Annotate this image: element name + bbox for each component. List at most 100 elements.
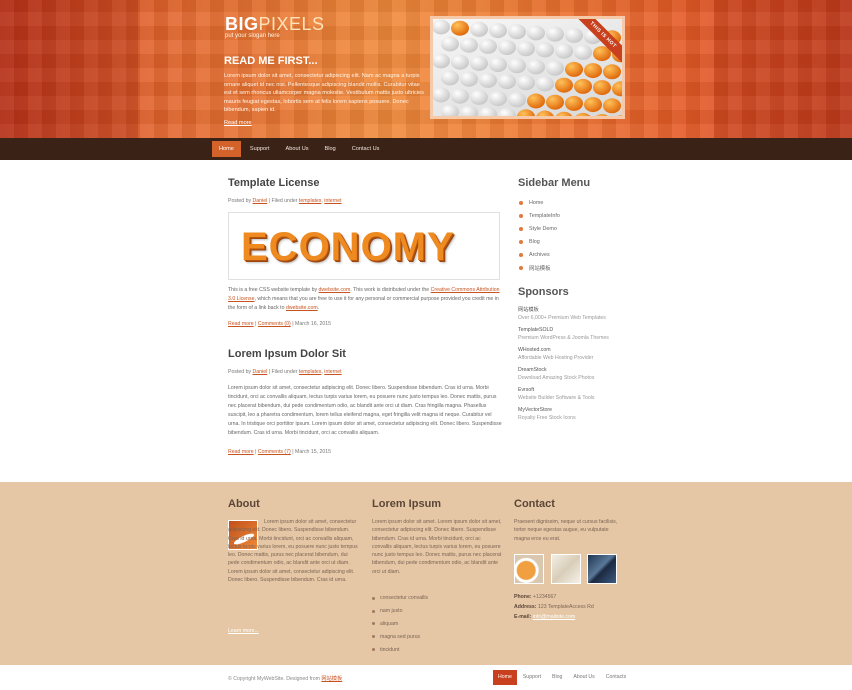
white-ball <box>479 72 497 88</box>
sponsor-item[interactable]: WHosted.com Affordable Web Hosting Provid… <box>518 347 609 361</box>
list-item[interactable]: aliquam <box>372 618 428 631</box>
list-item[interactable]: magna sed purus <box>372 630 428 643</box>
white-ball <box>460 37 478 53</box>
copyright-text: © Copyright MyWebSite. Designed from <box>228 676 320 682</box>
bottom-nav-home[interactable]: Home <box>493 670 517 685</box>
category-link[interactable]: templates <box>299 198 322 204</box>
sponsor-name: DreamStock <box>518 367 547 373</box>
post-footer: Read more | Comments (7) | March 15, 201… <box>228 449 332 455</box>
lorem-list: consectetur convallis nam justo aliquam … <box>372 592 428 656</box>
sponsor-item[interactable]: MyVectorStore Royalty Free Stock Icons <box>518 407 609 421</box>
white-ball <box>489 23 507 39</box>
post-title[interactable]: Template License <box>228 177 320 189</box>
post-meta: Posted by Daniel | Filed under templates… <box>228 369 342 375</box>
contact-text: Praesent dignissim, neque ut cursus faci… <box>514 519 618 542</box>
sponsor-name: TemplateSOLD <box>518 327 554 333</box>
list-item[interactable]: nam justo <box>372 605 428 618</box>
orange-ball <box>603 98 621 114</box>
logo-bold: BIG <box>225 14 259 34</box>
orange-ball <box>622 100 625 115</box>
bottom-bar <box>0 665 852 690</box>
header <box>0 0 852 138</box>
orange-ball <box>622 32 625 47</box>
sidebar-menu-title: Sidebar Menu <box>518 177 591 189</box>
email-link[interactable]: info@mailsite.com <box>533 614 575 620</box>
orange-ball <box>536 110 554 116</box>
white-ball <box>527 59 545 75</box>
bullet-icon <box>372 635 375 639</box>
designer-link[interactable]: 网站模板 <box>321 676 342 682</box>
sidebar-item-templateinfo[interactable]: TemplateInfo <box>519 209 560 222</box>
readme-text: Lorem ipsum dolor sit amet, consectetur … <box>224 73 424 114</box>
white-ball <box>451 88 469 104</box>
read-more-link[interactable]: Read more <box>228 449 254 455</box>
nav-home[interactable]: Home <box>212 141 241 157</box>
white-ball <box>441 104 459 116</box>
bullet-icon <box>519 265 523 270</box>
white-ball <box>479 38 497 54</box>
readme-more-link[interactable]: Read more <box>224 120 252 126</box>
gallery-thumb[interactable] <box>587 554 617 584</box>
comments-link[interactable]: Comments (7) <box>258 449 291 455</box>
nav-about[interactable]: About Us <box>279 141 316 157</box>
sponsor-desc: Premium WordPress & Joomla Themes <box>518 335 609 341</box>
nav-contact[interactable]: Contact Us <box>345 141 387 157</box>
orange-ball <box>612 81 622 97</box>
white-ball <box>460 105 478 116</box>
post-meta: Posted by Daniel | Filed under templates… <box>228 198 342 204</box>
orange-ball <box>574 78 592 94</box>
about-text: Lorem ipsum dolor sit amet, consectetur … <box>228 519 358 584</box>
orange-ball <box>565 95 583 111</box>
gallery-thumb[interactable] <box>551 554 581 584</box>
bottom-nav-about[interactable]: About Us <box>568 670 599 685</box>
post-text-mid: . This work is distributed under the <box>350 287 430 293</box>
nav-support[interactable]: Support <box>243 141 277 157</box>
contact-phone: Phone: +1234567 <box>514 594 556 600</box>
nav-blog[interactable]: Blog <box>318 141 343 157</box>
white-ball <box>517 75 535 91</box>
email-label: E-mail: <box>514 614 532 620</box>
sponsor-item[interactable]: 网站模板 Over 6,000+ Premium Web Templates <box>518 306 609 321</box>
read-more-link[interactable]: Read more <box>228 321 254 327</box>
category-link[interactable]: templates <box>299 369 322 375</box>
bottom-nav-support[interactable]: Support <box>518 670 546 685</box>
sponsor-item[interactable]: TemplateSOLD Premium WordPress & Joomla T… <box>518 327 609 341</box>
orange-ball <box>565 61 583 77</box>
post-title[interactable]: Lorem Ipsum Dolor Sit <box>228 348 346 360</box>
sponsor-item[interactable]: DreamStock Download Amazing Stock Photos <box>518 367 609 381</box>
comments-link[interactable]: Comments (0) <box>258 321 291 327</box>
orange-ball <box>617 115 622 116</box>
author-link[interactable]: Daniel <box>253 369 268 375</box>
bottom-nav-contacts[interactable]: Contacts <box>601 670 631 685</box>
sidebar-item-templates[interactable]: 网站模板 <box>519 261 560 274</box>
white-ball <box>441 70 459 86</box>
white-ball <box>546 26 564 42</box>
sponsor-name: MyVectorStore <box>518 407 553 413</box>
list-item[interactable]: consectetur convallis <box>372 592 428 605</box>
site-logo[interactable]: BIGPIXELS <box>225 14 325 35</box>
orange-ball <box>555 77 573 93</box>
sponsor-item[interactable]: Evrsoft Website Builder Software & Tools <box>518 387 609 401</box>
main-navbar <box>0 138 852 160</box>
sidebar-item-home[interactable]: Home <box>519 196 560 209</box>
sidebar-item-style-demo[interactable]: Style Demo <box>519 222 560 235</box>
category-link[interactable]: internet <box>324 369 341 375</box>
author-link[interactable]: Daniel <box>253 198 268 204</box>
site-link[interactable]: dwebsite.com <box>286 305 318 311</box>
gallery-thumb[interactable] <box>514 554 544 584</box>
list-item-label: consectetur convallis <box>380 595 429 602</box>
white-ball <box>433 87 450 103</box>
sponsor-desc: Over 6,000+ Premium Web Templates <box>518 315 606 321</box>
post-body: Lorem ipsum dolor sit amet, consectetur … <box>228 385 502 436</box>
about-more-link[interactable]: Learn more... <box>228 628 259 634</box>
category-link[interactable]: internet <box>324 198 341 204</box>
sponsor-desc: Download Amazing Stock Photos <box>518 375 595 381</box>
contact-address: Address: 123 TemplateAccess Rd <box>514 604 594 610</box>
orange-ball <box>517 109 535 116</box>
sidebar-item-blog[interactable]: Blog <box>519 235 560 248</box>
site-link[interactable]: dwebsite.com <box>319 287 351 293</box>
white-ball <box>498 40 516 56</box>
list-item[interactable]: tincidunt <box>372 643 428 656</box>
bottom-nav-blog[interactable]: Blog <box>547 670 567 685</box>
sidebar-item-archives[interactable]: Archives <box>519 248 560 261</box>
